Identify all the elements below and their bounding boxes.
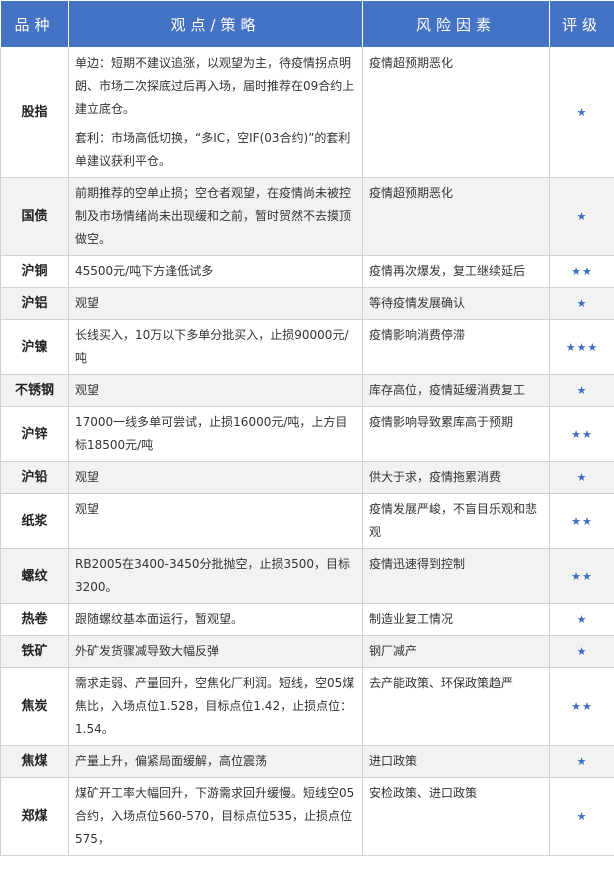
view-strategy-cell: 跟随螺纹基本面运行，暂观望。 [68, 603, 363, 636]
view-strategy-cell: 产量上升，偏紧局面缓解，高位震荡 [68, 745, 363, 778]
variety-name: 焦煤 [0, 745, 69, 778]
view-strategy-cell: 观望 [68, 287, 363, 320]
rating-stars: ★★ [549, 255, 614, 288]
variety-name: 热卷 [0, 603, 69, 636]
table-header-row: 品种 观点/策略 风险因素 评级 [0, 0, 614, 48]
table-row: 国债 前期推荐的空单止损；空仓者观望，在疫情尚未被控制及市场情绪尚未出现缓和之前，… [0, 177, 614, 256]
variety-name: 国债 [0, 177, 69, 256]
rating-stars: ★ [549, 603, 614, 636]
risk-factor-cell: 疫情超预期恶化 [362, 177, 550, 256]
variety-name: 沪铅 [0, 461, 69, 494]
view-paragraph: 煤矿开工率大幅回升，下游需求回升缓慢。短线空05合约，入场点位560-570，目… [75, 786, 355, 846]
view-paragraph: 17000一线多单可尝试，止损16000元/吨，上方目标18500元/吨 [75, 415, 348, 452]
rating-stars: ★ [549, 374, 614, 407]
view-paragraph: 观望 [75, 470, 100, 484]
view-strategy-cell: 观望 [68, 461, 363, 494]
table-row: 沪铅 观望 供大于求，疫情拖累消费 ★ [0, 461, 614, 494]
rating-stars: ★★ [549, 667, 614, 746]
view-strategy-cell: 观望 [68, 493, 363, 549]
rating-stars: ★ [549, 47, 614, 178]
rating-stars: ★ [549, 461, 614, 494]
header-risk-factors: 风险因素 [362, 0, 550, 48]
view-strategy-cell: 45500元/吨下方逢低试多 [68, 255, 363, 288]
variety-name: 沪锌 [0, 406, 69, 462]
risk-factor-cell: 疫情再次爆发，复工继续延后 [362, 255, 550, 288]
risk-factor-cell: 等待疫情发展确认 [362, 287, 550, 320]
variety-name: 螺纹 [0, 548, 69, 604]
rating-stars: ★★★ [549, 319, 614, 375]
view-paragraph: 前期推荐的空单止损；空仓者观望，在疫情尚未被控制及市场情绪尚未出现缓和之前，暂时… [75, 186, 352, 246]
view-strategy-cell: 长线买入，10万以下多单分批买入，止损90000元/吨 [68, 319, 363, 375]
strategy-table: 品种 观点/策略 风险因素 评级 股指 单边：短期不建议追涨，以观望为主，待疫情拐… [0, 0, 614, 856]
variety-name: 沪镍 [0, 319, 69, 375]
view-paragraph: 套利：市场高低切换，“多IC，空IF(03合约)”的套利单建议获利平仓。 [75, 131, 351, 168]
rating-stars: ★ [549, 777, 614, 856]
view-strategy-cell: 外矿发货骤减导致大幅反弹 [68, 635, 363, 668]
header-view-strategy: 观点/策略 [68, 0, 363, 48]
risk-factor-cell: 钢厂减产 [362, 635, 550, 668]
view-strategy-cell: 观望 [68, 374, 363, 407]
table-row: 螺纹 RB2005在3400-3450分批抛空，止损3500，目标3200。 疫情迅… [0, 548, 614, 604]
table-row: 沪铜 45500元/吨下方逢低试多 疫情再次爆发，复工继续延后 ★★ [0, 255, 614, 288]
view-paragraph: 产量上升，偏紧局面缓解，高位震荡 [75, 754, 268, 768]
view-paragraph: 单边：短期不建议追涨，以观望为主，待疫情拐点明朗、市场二次探底过后再入场，届时推… [75, 56, 355, 116]
table-row: 郑煤 煤矿开工率大幅回升，下游需求回升缓慢。短线空05合约，入场点位560-570… [0, 777, 614, 856]
risk-factor-cell: 疫情影响消费停滞 [362, 319, 550, 375]
view-paragraph: 观望 [75, 383, 100, 397]
rating-stars: ★★ [549, 493, 614, 549]
table-row: 纸浆 观望 疫情发展严峻，不盲目乐观和悲观 ★★ [0, 493, 614, 549]
view-paragraph: 长线买入，10万以下多单分批买入，止损90000元/吨 [75, 328, 349, 365]
table-row: 焦煤 产量上升，偏紧局面缓解，高位震荡 进口政策 ★ [0, 745, 614, 778]
rating-stars: ★ [549, 177, 614, 256]
view-strategy-cell: RB2005在3400-3450分批抛空，止损3500，目标3200。 [68, 548, 363, 604]
view-paragraph: 观望 [75, 502, 100, 516]
risk-factor-cell: 进口政策 [362, 745, 550, 778]
table-row: 铁矿 外矿发货骤减导致大幅反弹 钢厂减产 ★ [0, 635, 614, 668]
table-body: 股指 单边：短期不建议追涨，以观望为主，待疫情拐点明朗、市场二次探底过后再入场，届… [0, 47, 614, 856]
view-paragraph: 跟随螺纹基本面运行，暂观望。 [75, 612, 244, 626]
rating-stars: ★ [549, 745, 614, 778]
view-paragraph: RB2005在3400-3450分批抛空，止损3500，目标3200。 [75, 557, 351, 594]
view-strategy-cell: 单边：短期不建议追涨，以观望为主，待疫情拐点明朗、市场二次探底过后再入场，届时推… [68, 47, 363, 178]
risk-factor-cell: 安检政策、进口政策 [362, 777, 550, 856]
view-paragraph: 需求走弱、产量回升，空焦化厂利润。短线，空05煤焦比，入场点位1.528，目标点… [75, 676, 355, 736]
risk-factor-cell: 疫情发展严峻，不盲目乐观和悲观 [362, 493, 550, 549]
rating-stars: ★ [549, 635, 614, 668]
view-paragraph: 观望 [75, 296, 100, 310]
view-paragraph: 外矿发货骤减导致大幅反弹 [75, 644, 220, 658]
view-paragraph: 45500元/吨下方逢低试多 [75, 264, 214, 278]
risk-factor-cell: 制造业复工情况 [362, 603, 550, 636]
risk-factor-cell: 疫情超预期恶化 [362, 47, 550, 178]
table-row: 沪镍 长线买入，10万以下多单分批买入，止损90000元/吨 疫情影响消费停滞 ★★★ [0, 319, 614, 375]
risk-factor-cell: 去产能政策、环保政策趋严 [362, 667, 550, 746]
risk-factor-cell: 供大于求，疫情拖累消费 [362, 461, 550, 494]
variety-name: 沪铜 [0, 255, 69, 288]
header-variety: 品种 [0, 0, 69, 48]
view-strategy-cell: 17000一线多单可尝试，止损16000元/吨，上方目标18500元/吨 [68, 406, 363, 462]
rating-stars: ★★ [549, 406, 614, 462]
table-row: 不锈钢 观望 库存高位，疫情延缓消费复工 ★ [0, 374, 614, 407]
table-row: 沪锌 17000一线多单可尝试，止损16000元/吨，上方目标18500元/吨 疫情… [0, 406, 614, 462]
rating-stars: ★★ [549, 548, 614, 604]
view-strategy-cell: 煤矿开工率大幅回升，下游需求回升缓慢。短线空05合约，入场点位560-570，目… [68, 777, 363, 856]
variety-name: 郑煤 [0, 777, 69, 856]
risk-factor-cell: 疫情影响导致累库高于预期 [362, 406, 550, 462]
table-row: 焦炭 需求走弱、产量回升，空焦化厂利润。短线，空05煤焦比，入场点位1.528，目… [0, 667, 614, 746]
variety-name: 沪铝 [0, 287, 69, 320]
rating-stars: ★ [549, 287, 614, 320]
variety-name: 股指 [0, 47, 69, 178]
variety-name: 不锈钢 [0, 374, 69, 407]
variety-name: 纸浆 [0, 493, 69, 549]
view-strategy-cell: 需求走弱、产量回升，空焦化厂利润。短线，空05煤焦比，入场点位1.528，目标点… [68, 667, 363, 746]
variety-name: 焦炭 [0, 667, 69, 746]
view-strategy-cell: 前期推荐的空单止损；空仓者观望，在疫情尚未被控制及市场情绪尚未出现缓和之前，暂时… [68, 177, 363, 256]
table-row: 股指 单边：短期不建议追涨，以观望为主，待疫情拐点明朗、市场二次探底过后再入场，届… [0, 47, 614, 178]
header-rating: 评级 [549, 0, 614, 48]
table-row: 沪铝 观望 等待疫情发展确认 ★ [0, 287, 614, 320]
risk-factor-cell: 库存高位，疫情延缓消费复工 [362, 374, 550, 407]
risk-factor-cell: 疫情迅速得到控制 [362, 548, 550, 604]
variety-name: 铁矿 [0, 635, 69, 668]
table-row: 热卷 跟随螺纹基本面运行，暂观望。 制造业复工情况 ★ [0, 603, 614, 636]
